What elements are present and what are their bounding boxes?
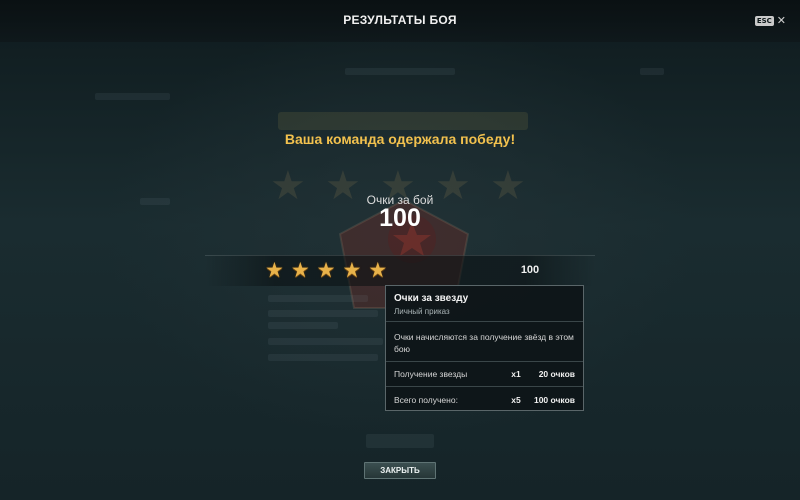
tooltip-total-multiplier: x5 xyxy=(511,395,521,405)
tooltip-total-points: 100 очков xyxy=(533,395,575,405)
stars-tooltip: Очки за звезду Личный приказ Очки начисл… xyxy=(385,285,584,411)
ghost-operation-title xyxy=(278,112,528,130)
page-title: РЕЗУЛЬТАТЫ БОЯ xyxy=(343,13,457,27)
tooltip-subtitle: Личный приказ xyxy=(394,307,450,316)
tooltip-row-label: Получение звезды xyxy=(394,369,468,379)
stars-points-value: 100 xyxy=(520,264,540,276)
close-control[interactable]: ESC ✕ xyxy=(754,14,786,27)
ghost-list-line xyxy=(268,322,338,329)
score-value: 100 xyxy=(379,204,421,232)
esc-key-badge: ESC xyxy=(754,15,774,26)
tooltip-row-multiplier: x1 xyxy=(511,369,521,379)
tooltip-row-points: 20 очков xyxy=(538,369,575,379)
ghost-label xyxy=(95,93,170,100)
ghost-list-line xyxy=(268,354,378,361)
star-icon: ★ xyxy=(265,258,284,282)
victory-message: Ваша команда одержала победу! xyxy=(284,131,516,147)
stars-group[interactable]: ★ ★ ★ ★ ★ xyxy=(265,258,387,282)
star-icon: ★ xyxy=(316,258,336,282)
tooltip-total-label: Всего получено: xyxy=(394,395,458,405)
star-icon: ★ xyxy=(368,258,388,282)
ghost-list-line xyxy=(268,295,368,302)
ghost-tab-value xyxy=(640,68,664,75)
ghost-button xyxy=(366,434,434,448)
close-icon[interactable]: ✕ xyxy=(777,14,786,27)
star-icon: ★ xyxy=(290,258,310,282)
divider xyxy=(386,321,583,322)
close-button[interactable]: ЗАКРЫТЬ xyxy=(364,462,436,479)
tooltip-description: Очки начисляются за получение звёзд в эт… xyxy=(394,332,574,354)
tooltip-title: Очки за звезду xyxy=(394,293,469,304)
ghost-tab xyxy=(345,68,455,75)
ghost-list-line xyxy=(268,310,378,317)
divider xyxy=(386,386,583,387)
star-icon: ★ xyxy=(342,258,362,282)
ghost-list-line xyxy=(268,338,383,345)
divider xyxy=(386,361,583,362)
